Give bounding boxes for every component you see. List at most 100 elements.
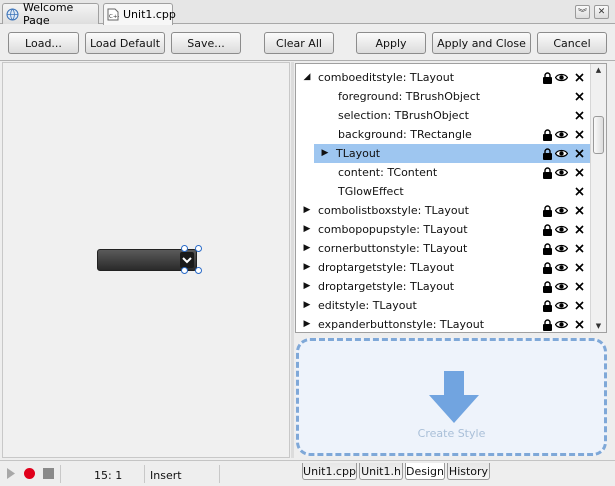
lock-icon[interactable] (541, 128, 554, 141)
stop-icon[interactable] (43, 468, 54, 479)
tree-row[interactable]: ▶ combolistboxstyle: TLayout (296, 201, 592, 220)
visibility-eye-icon[interactable] (555, 280, 568, 293)
lock-icon[interactable] (541, 261, 554, 274)
tree-row-label: TGlowEffect (338, 185, 404, 198)
delete-icon[interactable] (573, 90, 586, 103)
close-icon: ✕ (597, 7, 606, 17)
expand-arrow-icon[interactable]: ▶ (302, 300, 312, 310)
bottom-tab-history[interactable]: History (447, 463, 490, 480)
lock-icon[interactable] (541, 147, 554, 160)
delete-icon[interactable] (573, 242, 586, 255)
delete-icon[interactable] (573, 299, 586, 312)
delete-icon[interactable] (573, 109, 586, 122)
expand-arrow-icon[interactable]: ▶ (302, 319, 312, 329)
expand-arrow-icon[interactable]: ▶ (302, 243, 312, 253)
resize-handle[interactable] (181, 267, 188, 274)
tree-scrollbar[interactable]: ▲ ▼ (590, 64, 606, 332)
save-button[interactable]: Save... (171, 32, 241, 54)
apply-button[interactable]: Apply (356, 32, 426, 54)
delete-icon[interactable] (573, 128, 586, 141)
visibility-eye-icon[interactable] (555, 166, 568, 179)
delete-icon[interactable] (573, 223, 586, 236)
bottom-tab-design[interactable]: Design (405, 463, 445, 480)
tree-row[interactable]: background: TRectangle (296, 125, 592, 144)
expand-arrow-icon[interactable]: ▶ (320, 148, 330, 158)
tree-row[interactable]: foreground: TBrushObject (296, 87, 592, 106)
delete-icon[interactable] (573, 166, 586, 179)
close-tab-button[interactable]: ✕ (594, 5, 609, 19)
load-button[interactable]: Load... (8, 32, 79, 54)
lock-icon[interactable] (541, 299, 554, 312)
tree-row[interactable]: TGlowEffect (296, 182, 592, 201)
tree-row[interactable]: ▶ TLayout (314, 144, 592, 163)
create-style-drop-zone[interactable]: Create Style (296, 338, 607, 456)
expand-arrow-icon[interactable]: ▶ (302, 281, 312, 291)
globe-icon (6, 7, 19, 21)
record-icon[interactable] (24, 468, 35, 479)
lock-icon[interactable] (541, 280, 554, 293)
panel-splitter[interactable] (291, 62, 294, 458)
visibility-eye-icon[interactable] (555, 261, 568, 274)
visibility-eye-icon[interactable] (555, 204, 568, 217)
tab-welcome-page[interactable]: Welcome Page (2, 1, 99, 27)
visibility-eye-icon[interactable] (555, 318, 568, 331)
tree-row[interactable]: ▶ combopopupstyle: TLayout (296, 220, 592, 239)
tree-row[interactable]: ▶ droptargetstyle: TLayout (296, 258, 592, 277)
tree-row-label: combopopupstyle: TLayout (318, 223, 468, 236)
visibility-eye-icon[interactable] (555, 128, 568, 141)
delete-icon[interactable] (573, 318, 586, 331)
visibility-eye-icon[interactable] (555, 299, 568, 312)
tree-row[interactable]: ◢ comboeditstyle: TLayout (296, 68, 592, 87)
scrollbar-thumb[interactable] (593, 116, 604, 154)
edit-mode: Insert (150, 469, 182, 482)
scroll-up-icon[interactable]: ▲ (594, 66, 603, 74)
tree-row-label: cornerbuttonstyle: TLayout (318, 242, 468, 255)
visibility-eye-icon[interactable] (555, 242, 568, 255)
visibility-eye-icon[interactable] (555, 147, 568, 160)
load-default-button[interactable]: Load Default (85, 32, 165, 54)
tree-row[interactable]: selection: TBrushObject (296, 106, 592, 125)
collapse-arrow-icon[interactable]: ◢ (302, 72, 312, 82)
resize-handle[interactable] (195, 245, 202, 252)
lock-icon[interactable] (541, 166, 554, 179)
expand-arrow-icon[interactable]: ▶ (302, 262, 312, 272)
visibility-eye-icon[interactable] (555, 71, 568, 84)
resize-handle[interactable] (195, 267, 202, 274)
tab-list-button[interactable]: ︾ (575, 5, 590, 19)
chevron-down-icon: ︾ (577, 8, 587, 19)
tab-unit1-cpp[interactable]: C++ Unit1.cpp (103, 3, 176, 25)
cancel-button[interactable]: Cancel (537, 32, 607, 54)
delete-icon[interactable] (573, 71, 586, 84)
lock-icon[interactable] (541, 318, 554, 331)
visibility-eye-icon[interactable] (555, 223, 568, 236)
tree-row[interactable]: ▶ expanderbuttonstyle: TLayout (296, 315, 592, 332)
scroll-down-icon[interactable]: ▼ (594, 322, 603, 330)
delete-icon[interactable] (573, 204, 586, 217)
bottom-tab-unit1-h[interactable]: Unit1.h (359, 463, 403, 480)
delete-icon[interactable] (573, 280, 586, 293)
apply-and-close-button[interactable]: Apply and Close (432, 32, 531, 54)
tree-row-label: content: TContent (338, 166, 438, 179)
clear-all-button[interactable]: Clear All (264, 32, 334, 54)
style-preview-canvas[interactable] (2, 62, 290, 458)
resize-handle[interactable] (181, 245, 188, 252)
delete-icon[interactable] (573, 147, 586, 160)
tree-row[interactable]: ▶ droptargetstyle: TLayout (296, 277, 592, 296)
tree-row-label: foreground: TBrushObject (338, 90, 481, 103)
delete-icon[interactable] (573, 185, 586, 198)
tree-row[interactable]: ▶ editstyle: TLayout (296, 296, 592, 315)
cpp-file-icon: C++ (107, 8, 119, 22)
lock-icon[interactable] (541, 223, 554, 236)
play-icon[interactable] (7, 468, 15, 482)
lock-icon[interactable] (541, 242, 554, 255)
tree-row[interactable]: ▶ cornerbuttonstyle: TLayout (296, 239, 592, 258)
delete-icon[interactable] (573, 261, 586, 274)
bottom-tab-unit1-cpp[interactable]: Unit1.cpp (302, 463, 357, 480)
lock-icon[interactable] (541, 71, 554, 84)
expand-arrow-icon[interactable]: ▶ (302, 205, 312, 215)
status-bar: 15: 1 Insert Unit1.cpp Unit1.h Design Hi… (0, 460, 615, 486)
expand-arrow-icon[interactable]: ▶ (302, 224, 312, 234)
chevron-down-icon (180, 252, 194, 268)
tree-row[interactable]: content: TContent (296, 163, 592, 182)
lock-icon[interactable] (541, 204, 554, 217)
